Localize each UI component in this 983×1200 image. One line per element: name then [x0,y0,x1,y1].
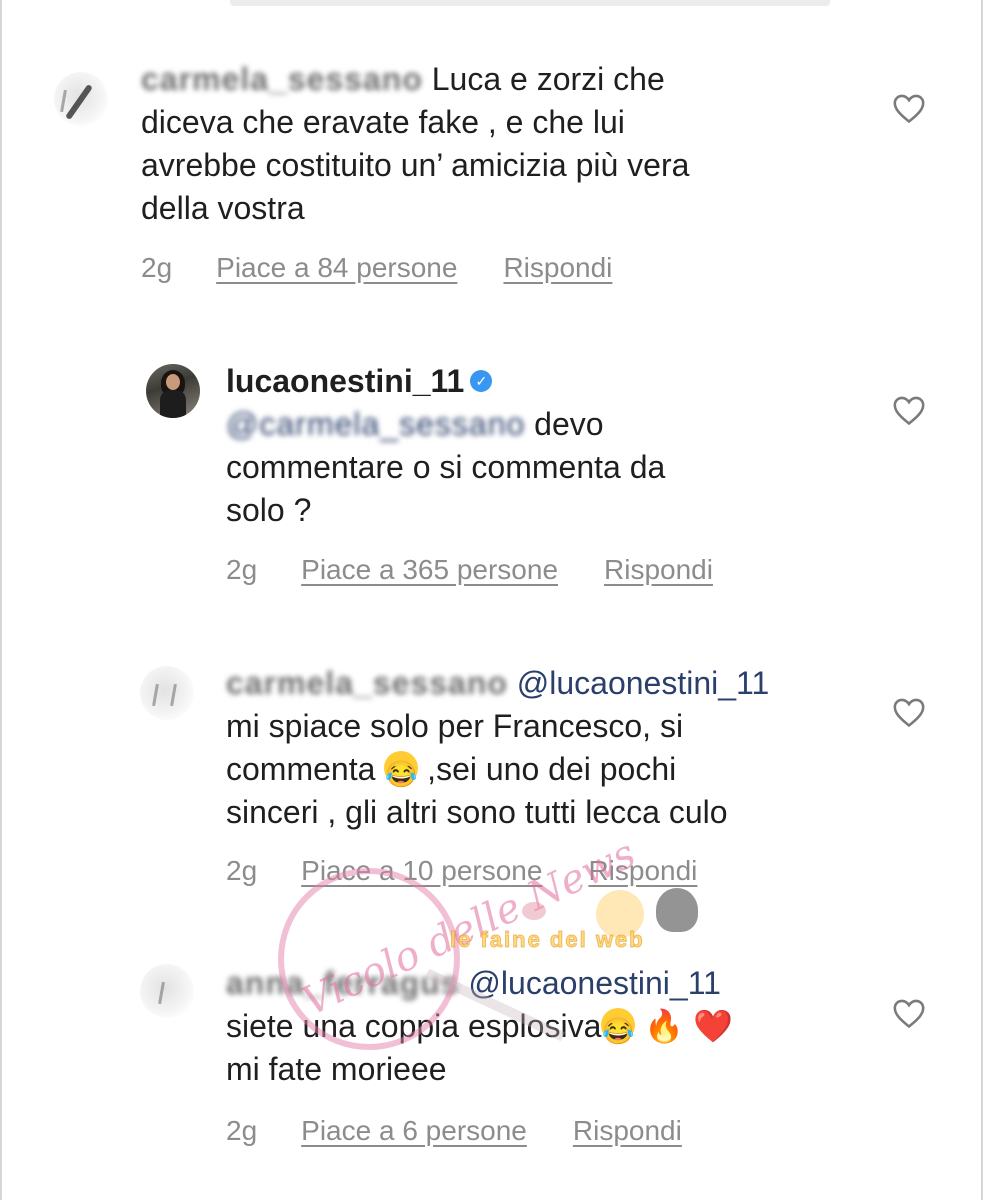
heart-outline-icon[interactable] [892,696,926,728]
comment-body: lucaonestini_11 ✓ @carmela_sessano devo c… [226,363,666,528]
fire-emoji-icon: 🔥 [644,1008,685,1044]
comment-time: 2g [226,554,258,585]
heart-outline-icon[interactable] [892,92,926,124]
heart-outline-icon[interactable] [892,394,926,426]
laughing-emoji-icon [601,1007,636,1042]
cartoon-avatar-watermark [656,888,698,932]
likes-count-link[interactable]: Piace a 365 persone [301,554,558,586]
verified-badge-icon: ✓ [470,369,493,392]
comment-meta: 2g Piace a 6 persone Rispondi [226,1115,682,1147]
reply-button[interactable]: Rispondi [573,1115,682,1147]
avatar[interactable] [146,364,200,418]
comment-time: 2g [141,252,173,283]
comment-body: carmela_sessano Luca e zorzi che diceva … [141,58,861,230]
avatar[interactable] [140,964,194,1018]
avatar[interactable] [54,72,108,126]
reply-button[interactable]: Rispondi [503,252,612,284]
top-scroll-edge [230,0,830,6]
reply-button[interactable]: Rispondi [604,554,713,586]
red-heart-emoji-icon: ❤️ [692,1008,733,1044]
comment-time: 2g [226,855,258,886]
laughing-emoji-icon [384,750,419,785]
watermark-right-text: le faine del web [450,927,645,953]
comment-username[interactable]: carmela_sessano [226,662,508,705]
comment-meta: 2g Piace a 365 persone Rispondi [226,554,713,586]
avatar[interactable] [140,666,194,720]
mention-link[interactable]: @lucaonestini_11 [468,965,721,1001]
mention-link[interactable]: @carmela_sessano [226,403,525,446]
comment-body: carmela_sessano @lucaonestini_11 mi spia… [226,662,866,834]
likes-count-link[interactable]: Piace a 6 persone [301,1115,527,1147]
frame-border-left [0,0,2,1200]
mention-link[interactable]: @lucaonestini_11 [517,665,770,701]
comment-meta: 2g Piace a 84 persone Rispondi [141,252,612,284]
paw-watermark-icon [522,902,546,920]
comment-username[interactable]: carmela_sessano [141,58,423,101]
comment-time: 2g [226,1115,258,1146]
comment-username[interactable]: lucaonestini_11 [226,363,464,399]
heart-outline-icon[interactable] [892,997,926,1029]
likes-count-link[interactable]: Piace a 84 persone [216,252,457,284]
